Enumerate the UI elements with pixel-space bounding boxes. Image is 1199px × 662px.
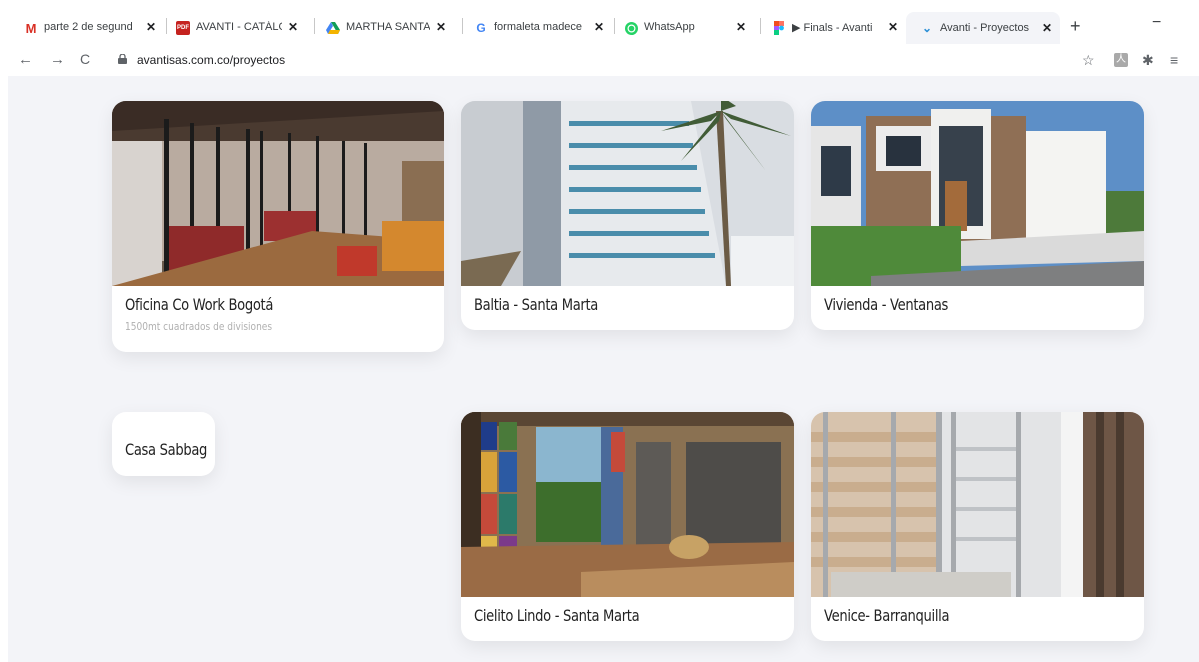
- tab-title: ▶ Finals - Avanti: [792, 21, 873, 34]
- address-bar[interactable]: avantisas.com.co/proyectos: [137, 53, 285, 67]
- tab-separator: [760, 18, 761, 34]
- close-icon[interactable]: ✕: [592, 20, 606, 34]
- bookmark-star-icon[interactable]: ☆: [1082, 52, 1095, 69]
- project-title: Oficina Co Work Bogotá: [125, 295, 274, 314]
- project-card[interactable]: Casa Sabbag: [112, 412, 215, 476]
- projects-page: Oficina Co Work Bogotá 1500mt cuadrados …: [8, 76, 1199, 662]
- tab-avanti-proyectos[interactable]: ⌄ Avanti - Proyectos ✕: [906, 12, 1060, 44]
- tab-strip: M parte 2 de segund ✕ PDF AVANTI - CATÁL…: [0, 0, 1199, 44]
- project-card[interactable]: Baltia - Santa Marta: [461, 101, 794, 330]
- avanti-icon: ⌄: [921, 21, 933, 35]
- project-photo: [461, 412, 794, 597]
- project-card[interactable]: Cielito Lindo - Santa Marta: [461, 412, 794, 641]
- minimize-icon[interactable]: −: [1152, 14, 1161, 32]
- tab-separator: [462, 18, 463, 34]
- reload-icon[interactable]: C: [80, 51, 90, 67]
- whatsapp-icon: [624, 21, 638, 35]
- project-photo: [112, 101, 444, 286]
- pdf-extension-icon[interactable]: 人: [1114, 53, 1128, 67]
- project-photo: [811, 101, 1144, 286]
- reading-list-icon[interactable]: ≡: [1170, 52, 1178, 68]
- browser-toolbar: ← → C avantisas.com.co/proyectos ☆ 人 ✱ ≡: [0, 44, 1199, 76]
- close-icon[interactable]: ✕: [434, 20, 448, 34]
- project-card[interactable]: Venice- Barranquilla: [811, 412, 1144, 641]
- drive-icon: [326, 21, 340, 35]
- extensions-icon[interactable]: ✱: [1142, 52, 1154, 69]
- pdf-icon: PDF: [176, 21, 190, 35]
- tab-catalog[interactable]: PDF AVANTI - CATÁLOG ✕: [176, 12, 306, 42]
- project-title: Baltia - Santa Marta: [474, 295, 599, 314]
- close-icon[interactable]: ✕: [886, 20, 900, 34]
- project-card[interactable]: Vivienda - Ventanas: [811, 101, 1144, 330]
- lock-icon: [118, 54, 127, 64]
- project-title: Vivienda - Ventanas: [824, 295, 949, 314]
- tab-title: WhatsApp: [644, 21, 695, 33]
- tab-title: MARTHA SANTA: [346, 21, 430, 33]
- project-photo: [811, 412, 1144, 597]
- forward-icon[interactable]: →: [50, 51, 65, 68]
- new-tab-icon[interactable]: +: [1070, 16, 1081, 37]
- project-title: Cielito Lindo - Santa Marta: [474, 606, 640, 625]
- tab-figma[interactable]: ▶ Finals - Avanti ✕: [772, 12, 906, 42]
- close-icon[interactable]: ✕: [286, 20, 300, 34]
- project-title: Venice- Barranquilla: [824, 606, 950, 625]
- gmail-icon: M: [25, 20, 37, 36]
- project-card[interactable]: Oficina Co Work Bogotá 1500mt cuadrados …: [112, 101, 444, 352]
- tab-gmail[interactable]: M parte 2 de segund ✕: [24, 12, 164, 42]
- google-icon: G: [476, 21, 486, 35]
- close-icon[interactable]: ✕: [1040, 21, 1054, 35]
- tab-google-search[interactable]: G formaleta madece ✕: [474, 12, 612, 42]
- tab-drive[interactable]: MARTHA SANTA ✕: [326, 12, 454, 42]
- tab-title: Avanti - Proyectos: [940, 22, 1030, 34]
- project-subtitle: 1500mt cuadrados de divisiones: [125, 320, 273, 333]
- tab-separator: [166, 18, 167, 34]
- tab-title: AVANTI - CATÁLOG: [196, 21, 282, 33]
- tab-whatsapp[interactable]: WhatsApp ✕: [624, 12, 754, 42]
- back-icon[interactable]: ←: [18, 51, 33, 68]
- tab-separator: [614, 18, 615, 34]
- project-title: Casa Sabbag: [125, 440, 208, 459]
- tab-separator: [314, 18, 315, 34]
- close-icon[interactable]: ✕: [734, 20, 748, 34]
- tab-title: parte 2 de segund: [44, 21, 133, 33]
- tab-title: formaleta madece: [494, 21, 583, 33]
- close-icon[interactable]: ✕: [144, 20, 158, 34]
- figma-icon: [772, 21, 786, 35]
- project-photo: [461, 101, 794, 286]
